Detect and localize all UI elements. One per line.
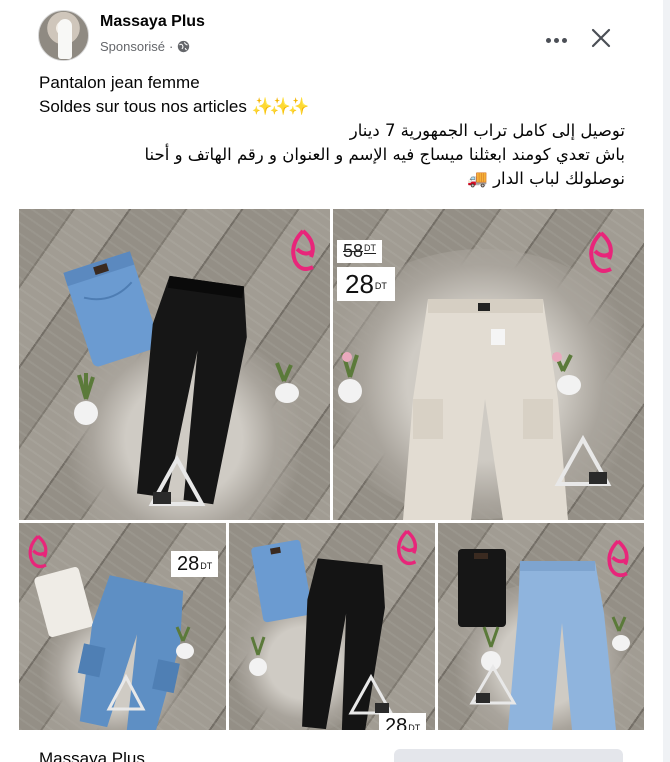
plant-pot: [267, 359, 301, 409]
brand-logo: [579, 231, 623, 277]
plant-pot: [169, 623, 197, 663]
decor-figurine: [469, 664, 517, 705]
decor-figurine: [148, 454, 206, 506]
footer-page-name[interactable]: Massaya Plus: [39, 749, 145, 762]
post-image-1[interactable]: [19, 209, 330, 520]
sparkles-emoji: ✨✨✨: [251, 97, 309, 116]
brand-logo: [387, 527, 427, 571]
post-header: Massaya Plus Sponsorisé ·: [38, 10, 663, 62]
brand-logo: [598, 537, 638, 583]
plant-pot: [335, 347, 365, 407]
plant-pot: [245, 633, 271, 678]
globe-icon: [178, 40, 190, 53]
old-price-label: 58DT: [337, 240, 383, 263]
post-image-2[interactable]: 58DT 28DT: [333, 209, 644, 520]
more-options-button[interactable]: [538, 22, 574, 58]
post-image-3[interactable]: 28DT: [19, 523, 226, 730]
post-image-5[interactable]: [438, 523, 644, 730]
footer-action-button[interactable]: [394, 749, 623, 762]
sponsored-post-card: Massaya Plus Sponsorisé · Pantalon jean …: [0, 0, 663, 762]
post-text-line: Pantalon jean femme: [39, 73, 200, 92]
post-text: Pantalon jean femme Soldes sur tous nos …: [39, 71, 629, 191]
decor-figurine: [554, 434, 612, 486]
close-icon: [591, 28, 611, 48]
post-image-4[interactable]: 28DT: [229, 523, 435, 730]
post-text-rtl-line: باش تعدي كومند ابعثلنا ميساج فيه الإسم و…: [144, 145, 625, 164]
plant-pot: [543, 349, 583, 399]
brand-logo: [19, 533, 57, 573]
price-label: 28DT: [379, 713, 427, 730]
post-text-rtl-line: توصيل إلى كامل تراب الجمهورية 7 دينار: [349, 121, 625, 140]
post-footer: Massaya Plus: [0, 740, 663, 762]
sponsored-label[interactable]: Sponsorisé: [100, 39, 165, 54]
post-meta: Sponsorisé ·: [100, 39, 190, 54]
page-avatar[interactable]: [38, 10, 89, 61]
meta-separator: ·: [169, 39, 174, 54]
brand-logo: [281, 229, 325, 275]
more-horizontal-icon: [545, 37, 551, 43]
close-button[interactable]: [583, 20, 619, 56]
price-label: 28DT: [337, 267, 395, 301]
page-name-link[interactable]: Massaya Plus: [100, 13, 205, 31]
post-text-rtl-line: نوصلولك لباب الدار 🚚: [467, 169, 625, 188]
plant-pot: [71, 369, 101, 429]
plant-pot: [604, 613, 634, 653]
price-label: 28DT: [171, 551, 219, 577]
post-text-line-sale: Soldes sur tous nos articles ✨✨✨: [39, 95, 629, 119]
decor-figurine: [348, 673, 394, 715]
post-text-sale-label: Soldes sur tous nos articles: [39, 97, 247, 116]
decor-figurine: [106, 673, 146, 711]
